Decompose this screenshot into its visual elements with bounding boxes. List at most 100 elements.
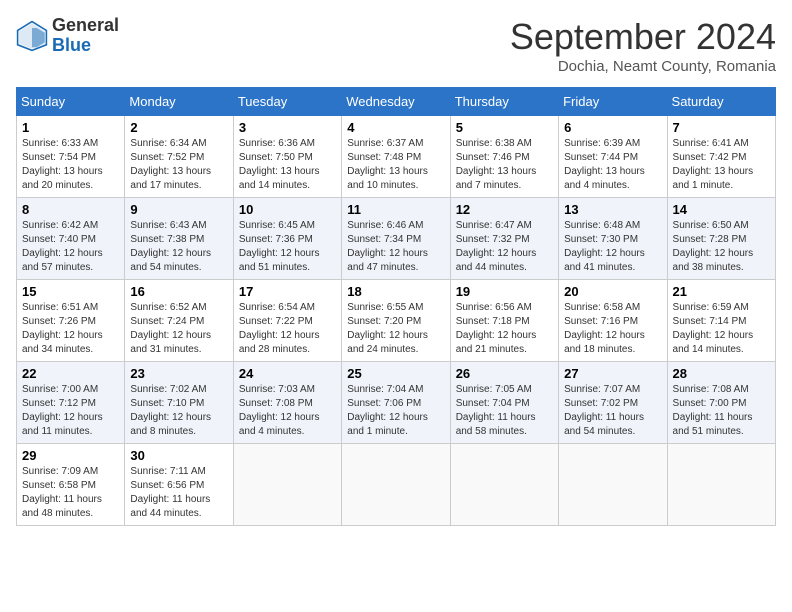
- day-number: 6: [564, 120, 661, 135]
- day-number: 15: [22, 284, 119, 299]
- day-number: 12: [456, 202, 553, 217]
- day-info: Sunrise: 6:48 AMSunset: 7:30 PMDaylight:…: [564, 220, 645, 273]
- day-number: 16: [130, 284, 227, 299]
- calendar-day-cell: 20 Sunrise: 6:58 AMSunset: 7:16 PMDaylig…: [559, 280, 667, 362]
- day-number: 14: [673, 202, 770, 217]
- day-number: 30: [130, 448, 227, 463]
- calendar-week-row: 29 Sunrise: 7:09 AMSunset: 6:58 PMDaylig…: [17, 444, 776, 526]
- day-info: Sunrise: 6:33 AMSunset: 7:54 PMDaylight:…: [22, 138, 103, 191]
- day-number: 22: [22, 366, 119, 381]
- day-info: Sunrise: 6:41 AMSunset: 7:42 PMDaylight:…: [673, 138, 754, 191]
- calendar-day-cell: 9 Sunrise: 6:43 AMSunset: 7:38 PMDayligh…: [125, 198, 233, 280]
- calendar-week-row: 8 Sunrise: 6:42 AMSunset: 7:40 PMDayligh…: [17, 198, 776, 280]
- logo: General Blue: [16, 16, 119, 56]
- day-info: Sunrise: 6:59 AMSunset: 7:14 PMDaylight:…: [673, 302, 754, 355]
- month-title: September 2024: [510, 16, 776, 58]
- day-number: 20: [564, 284, 661, 299]
- day-info: Sunrise: 7:05 AMSunset: 7:04 PMDaylight:…: [456, 384, 536, 437]
- col-friday: Friday: [559, 88, 667, 116]
- calendar-day-cell: 18 Sunrise: 6:55 AMSunset: 7:20 PMDaylig…: [342, 280, 450, 362]
- day-number: 8: [22, 202, 119, 217]
- calendar-day-cell: 27 Sunrise: 7:07 AMSunset: 7:02 PMDaylig…: [559, 362, 667, 444]
- day-number: 4: [347, 120, 444, 135]
- calendar-day-cell: 7 Sunrise: 6:41 AMSunset: 7:42 PMDayligh…: [667, 116, 775, 198]
- day-number: 5: [456, 120, 553, 135]
- page-header: General Blue September 2024 Dochia, Neam…: [16, 16, 776, 75]
- calendar-day-cell: 11 Sunrise: 6:46 AMSunset: 7:34 PMDaylig…: [342, 198, 450, 280]
- calendar-day-cell: 30 Sunrise: 7:11 AMSunset: 6:56 PMDaylig…: [125, 444, 233, 526]
- calendar-day-cell: 22 Sunrise: 7:00 AMSunset: 7:12 PMDaylig…: [17, 362, 125, 444]
- day-info: Sunrise: 6:46 AMSunset: 7:34 PMDaylight:…: [347, 220, 428, 273]
- day-number: 2: [130, 120, 227, 135]
- day-number: 7: [673, 120, 770, 135]
- day-info: Sunrise: 6:55 AMSunset: 7:20 PMDaylight:…: [347, 302, 428, 355]
- calendar-day-cell: 2 Sunrise: 6:34 AMSunset: 7:52 PMDayligh…: [125, 116, 233, 198]
- calendar-day-cell: 24 Sunrise: 7:03 AMSunset: 7:08 PMDaylig…: [233, 362, 341, 444]
- day-info: Sunrise: 6:42 AMSunset: 7:40 PMDaylight:…: [22, 220, 103, 273]
- calendar-week-row: 1 Sunrise: 6:33 AMSunset: 7:54 PMDayligh…: [17, 116, 776, 198]
- day-number: 17: [239, 284, 336, 299]
- day-number: 23: [130, 366, 227, 381]
- day-number: 11: [347, 202, 444, 217]
- calendar-day-cell: 28 Sunrise: 7:08 AMSunset: 7:00 PMDaylig…: [667, 362, 775, 444]
- day-number: 21: [673, 284, 770, 299]
- calendar-day-cell: 19 Sunrise: 6:56 AMSunset: 7:18 PMDaylig…: [450, 280, 558, 362]
- calendar-day-cell: 5 Sunrise: 6:38 AMSunset: 7:46 PMDayligh…: [450, 116, 558, 198]
- calendar-day-cell: 4 Sunrise: 6:37 AMSunset: 7:48 PMDayligh…: [342, 116, 450, 198]
- day-info: Sunrise: 6:36 AMSunset: 7:50 PMDaylight:…: [239, 138, 320, 191]
- calendar-day-cell: 3 Sunrise: 6:36 AMSunset: 7:50 PMDayligh…: [233, 116, 341, 198]
- empty-cell: [450, 444, 558, 526]
- location-subtitle: Dochia, Neamt County, Romania: [510, 58, 776, 75]
- empty-cell: [233, 444, 341, 526]
- day-info: Sunrise: 6:47 AMSunset: 7:32 PMDaylight:…: [456, 220, 537, 273]
- calendar-day-cell: 21 Sunrise: 6:59 AMSunset: 7:14 PMDaylig…: [667, 280, 775, 362]
- col-sunday: Sunday: [17, 88, 125, 116]
- calendar-day-cell: 6 Sunrise: 6:39 AMSunset: 7:44 PMDayligh…: [559, 116, 667, 198]
- day-number: 25: [347, 366, 444, 381]
- calendar-header-row: Sunday Monday Tuesday Wednesday Thursday…: [17, 88, 776, 116]
- day-info: Sunrise: 6:52 AMSunset: 7:24 PMDaylight:…: [130, 302, 211, 355]
- calendar-week-row: 22 Sunrise: 7:00 AMSunset: 7:12 PMDaylig…: [17, 362, 776, 444]
- empty-cell: [342, 444, 450, 526]
- calendar-day-cell: 29 Sunrise: 7:09 AMSunset: 6:58 PMDaylig…: [17, 444, 125, 526]
- day-number: 3: [239, 120, 336, 135]
- day-number: 9: [130, 202, 227, 217]
- calendar-day-cell: 17 Sunrise: 6:54 AMSunset: 7:22 PMDaylig…: [233, 280, 341, 362]
- day-number: 26: [456, 366, 553, 381]
- col-thursday: Thursday: [450, 88, 558, 116]
- calendar-day-cell: 23 Sunrise: 7:02 AMSunset: 7:10 PMDaylig…: [125, 362, 233, 444]
- calendar-table: Sunday Monday Tuesday Wednesday Thursday…: [16, 87, 776, 526]
- day-info: Sunrise: 7:02 AMSunset: 7:10 PMDaylight:…: [130, 384, 211, 437]
- col-wednesday: Wednesday: [342, 88, 450, 116]
- day-number: 19: [456, 284, 553, 299]
- calendar-day-cell: 25 Sunrise: 7:04 AMSunset: 7:06 PMDaylig…: [342, 362, 450, 444]
- day-number: 13: [564, 202, 661, 217]
- col-saturday: Saturday: [667, 88, 775, 116]
- day-info: Sunrise: 6:50 AMSunset: 7:28 PMDaylight:…: [673, 220, 754, 273]
- day-info: Sunrise: 6:54 AMSunset: 7:22 PMDaylight:…: [239, 302, 320, 355]
- day-number: 28: [673, 366, 770, 381]
- calendar-day-cell: 14 Sunrise: 6:50 AMSunset: 7:28 PMDaylig…: [667, 198, 775, 280]
- day-info: Sunrise: 7:07 AMSunset: 7:02 PMDaylight:…: [564, 384, 644, 437]
- day-info: Sunrise: 6:39 AMSunset: 7:44 PMDaylight:…: [564, 138, 645, 191]
- day-info: Sunrise: 6:34 AMSunset: 7:52 PMDaylight:…: [130, 138, 211, 191]
- calendar-day-cell: 16 Sunrise: 6:52 AMSunset: 7:24 PMDaylig…: [125, 280, 233, 362]
- title-section: September 2024 Dochia, Neamt County, Rom…: [510, 16, 776, 75]
- calendar-day-cell: 8 Sunrise: 6:42 AMSunset: 7:40 PMDayligh…: [17, 198, 125, 280]
- calendar-week-row: 15 Sunrise: 6:51 AMSunset: 7:26 PMDaylig…: [17, 280, 776, 362]
- calendar-day-cell: 12 Sunrise: 6:47 AMSunset: 7:32 PMDaylig…: [450, 198, 558, 280]
- day-number: 10: [239, 202, 336, 217]
- day-info: Sunrise: 7:09 AMSunset: 6:58 PMDaylight:…: [22, 466, 102, 519]
- col-tuesday: Tuesday: [233, 88, 341, 116]
- day-info: Sunrise: 6:38 AMSunset: 7:46 PMDaylight:…: [456, 138, 537, 191]
- day-number: 1: [22, 120, 119, 135]
- calendar-day-cell: 10 Sunrise: 6:45 AMSunset: 7:36 PMDaylig…: [233, 198, 341, 280]
- calendar-day-cell: 15 Sunrise: 6:51 AMSunset: 7:26 PMDaylig…: [17, 280, 125, 362]
- logo-general-text: General: [52, 16, 119, 36]
- col-monday: Monday: [125, 88, 233, 116]
- day-info: Sunrise: 6:45 AMSunset: 7:36 PMDaylight:…: [239, 220, 320, 273]
- calendar-day-cell: 26 Sunrise: 7:05 AMSunset: 7:04 PMDaylig…: [450, 362, 558, 444]
- day-number: 27: [564, 366, 661, 381]
- day-info: Sunrise: 7:03 AMSunset: 7:08 PMDaylight:…: [239, 384, 320, 437]
- day-info: Sunrise: 6:58 AMSunset: 7:16 PMDaylight:…: [564, 302, 645, 355]
